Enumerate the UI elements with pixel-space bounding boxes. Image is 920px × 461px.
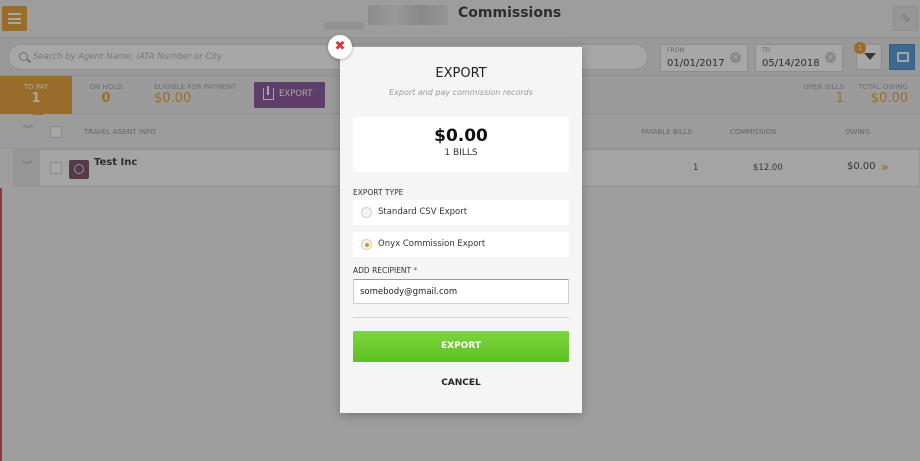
- option-standard-csv[interactable]: Standard CSV Export: [353, 200, 569, 225]
- onyx-commission-radio[interactable]: [361, 239, 372, 250]
- recipient-label-text: ADD RECIPIENT: [353, 266, 412, 275]
- modal-divider: [353, 317, 569, 318]
- close-modal-icon[interactable]: ✖: [328, 35, 352, 59]
- onyx-commission-label: Onyx Commission Export: [378, 239, 486, 249]
- export-amount: $0.00: [434, 126, 488, 146]
- modal-title: EXPORT: [435, 66, 487, 81]
- export-amount-card: $0.00 1 BILLS: [353, 117, 569, 172]
- standard-csv-radio[interactable]: [361, 207, 372, 218]
- required-marker: *: [413, 266, 418, 275]
- export-modal: EXPORT Export and pay commission records…: [340, 47, 582, 413]
- export-type-label: EXPORT TYPE: [353, 188, 404, 197]
- recipient-email-field[interactable]: [353, 279, 569, 304]
- option-onyx-commission[interactable]: Onyx Commission Export: [353, 232, 569, 257]
- confirm-export-button[interactable]: EXPORT: [353, 331, 569, 362]
- modal-subtitle: Export and pay commission records: [389, 88, 533, 97]
- recipient-label: ADD RECIPIENT *: [353, 266, 417, 275]
- cancel-button[interactable]: CANCEL: [340, 378, 582, 388]
- export-bill-count: 1 BILLS: [444, 148, 478, 158]
- standard-csv-label: Standard CSV Export: [378, 207, 468, 217]
